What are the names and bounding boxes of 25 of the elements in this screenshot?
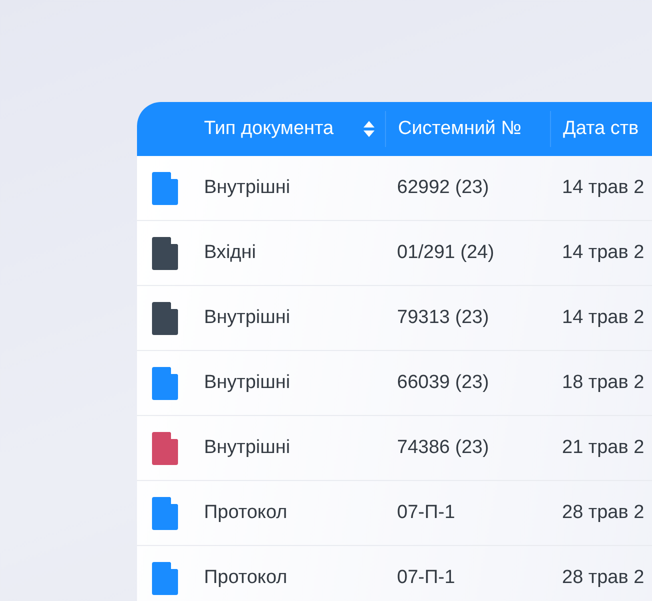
document-type: Протокол [204,502,288,524]
creation-date: 28 трав 2 [561,567,646,589]
creation-date: 21 трав 2 [561,437,646,459]
column-header[interactable]: Системний № [398,118,522,140]
system-number: 79313 (23) [396,307,490,329]
creation-date: 18 трав 2 [561,372,646,394]
creation-date: 14 трав 2 [561,307,646,329]
document-type: Внутрішні [204,372,292,394]
system-number: 07-П-1 [396,567,456,589]
system-number: 01/291 (24) [396,242,496,264]
creation-date: 28 трав 2 [561,502,646,524]
system-number: 07-П-1 [396,502,456,524]
creation-date: 14 трав 2 [561,242,646,264]
system-number: 74386 (23) [396,437,490,459]
document-type: Внутрішні [204,177,292,199]
document-type: Внутрішні [204,307,292,329]
system-number: 62992 (23) [396,177,490,199]
creation-date: 14 трав 2 [561,177,646,199]
column-header[interactable]: Тип документа [204,118,334,140]
sort-icon[interactable] [363,120,375,138]
column-header[interactable]: Дата ств [563,118,639,140]
document-type: Вхідні [204,242,257,264]
system-number: 66039 (23) [396,372,490,394]
document-type: Протокол [204,567,288,589]
document-type: Внутрішні [204,437,292,459]
